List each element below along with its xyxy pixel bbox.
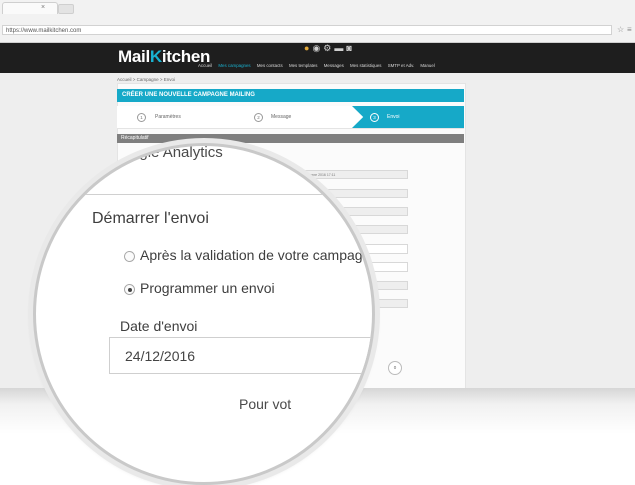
active-step-highlight (352, 106, 464, 128)
nav-item-home[interactable]: Accueil (198, 63, 212, 68)
account-icon[interactable]: ◙ (346, 43, 354, 53)
info-text: Pour vot (239, 396, 292, 412)
section-title: Démarrer l'envoi (92, 210, 209, 227)
step-3-label[interactable]: Envoi (387, 114, 400, 120)
step-1-label[interactable]: Paramètres (155, 114, 181, 120)
bookmark-star-icon[interactable]: ☆ (617, 25, 624, 34)
campaign-name-field[interactable]: Campagne 2016 17:11 (296, 170, 408, 179)
language-icon[interactable]: ▬ (334, 43, 346, 53)
main-nav: Accueil Mes campagnes Mes contacts Mes t… (198, 63, 440, 68)
credits-counter: 0 (388, 361, 402, 375)
radio-after-validation[interactable] (124, 251, 135, 262)
close-icon[interactable]: × (41, 4, 45, 11)
nav-item-campaigns[interactable]: Mes campagnes (218, 63, 250, 68)
option-after-validation-label[interactable]: Après la validation de votre campagne (140, 247, 372, 263)
nav-item-manual[interactable]: Manuel (420, 63, 434, 68)
help-icon[interactable]: ◉ (312, 43, 323, 53)
browser-chrome (0, 0, 635, 43)
nav-item-templates[interactable]: Mes templates (289, 63, 318, 68)
recap-header: Récapitulatif (117, 134, 464, 143)
divider (36, 194, 372, 195)
nav-item-contacts[interactable]: Mes contacts (257, 63, 283, 68)
date-label: Date d'envoi (120, 318, 198, 334)
step-2-number[interactable]: 2 (254, 113, 263, 122)
nav-item-messages[interactable]: Messages (324, 63, 344, 68)
option-schedule-label[interactable]: Programmer un envoi (140, 280, 275, 296)
header-icons[interactable]: ●◉⚙▬◙ (304, 43, 355, 54)
settings-icon[interactable]: ⚙ (323, 43, 334, 53)
browser-menu-icon[interactable]: ≡ (627, 25, 632, 34)
nav-item-smtp[interactable]: SMTP et Adv. (388, 63, 414, 68)
breadcrumb[interactable]: Accueil > Campagne > Envoi (117, 77, 175, 82)
analytics-heading: Google Analytics (111, 144, 223, 161)
new-tab-button[interactable] (58, 4, 74, 14)
logo[interactable]: MailKitchen (118, 47, 210, 67)
browser-tab[interactable]: × (2, 2, 58, 14)
radio-schedule[interactable] (124, 284, 135, 295)
page-banner: CRÉER UNE NOUVELLE CAMPAGNE MAILING (117, 89, 464, 102)
step-1-number[interactable]: 1 (137, 113, 146, 122)
address-bar[interactable]: https://www.mailkitchen.com (2, 25, 612, 35)
step-3-number[interactable]: 3 (370, 113, 379, 122)
send-date-input[interactable]: 24/12/2016 (109, 337, 372, 374)
nav-item-stats[interactable]: Mes statistiques (350, 63, 381, 68)
radio-selected-dot (128, 288, 132, 292)
step-2-label[interactable]: Message (271, 114, 291, 120)
